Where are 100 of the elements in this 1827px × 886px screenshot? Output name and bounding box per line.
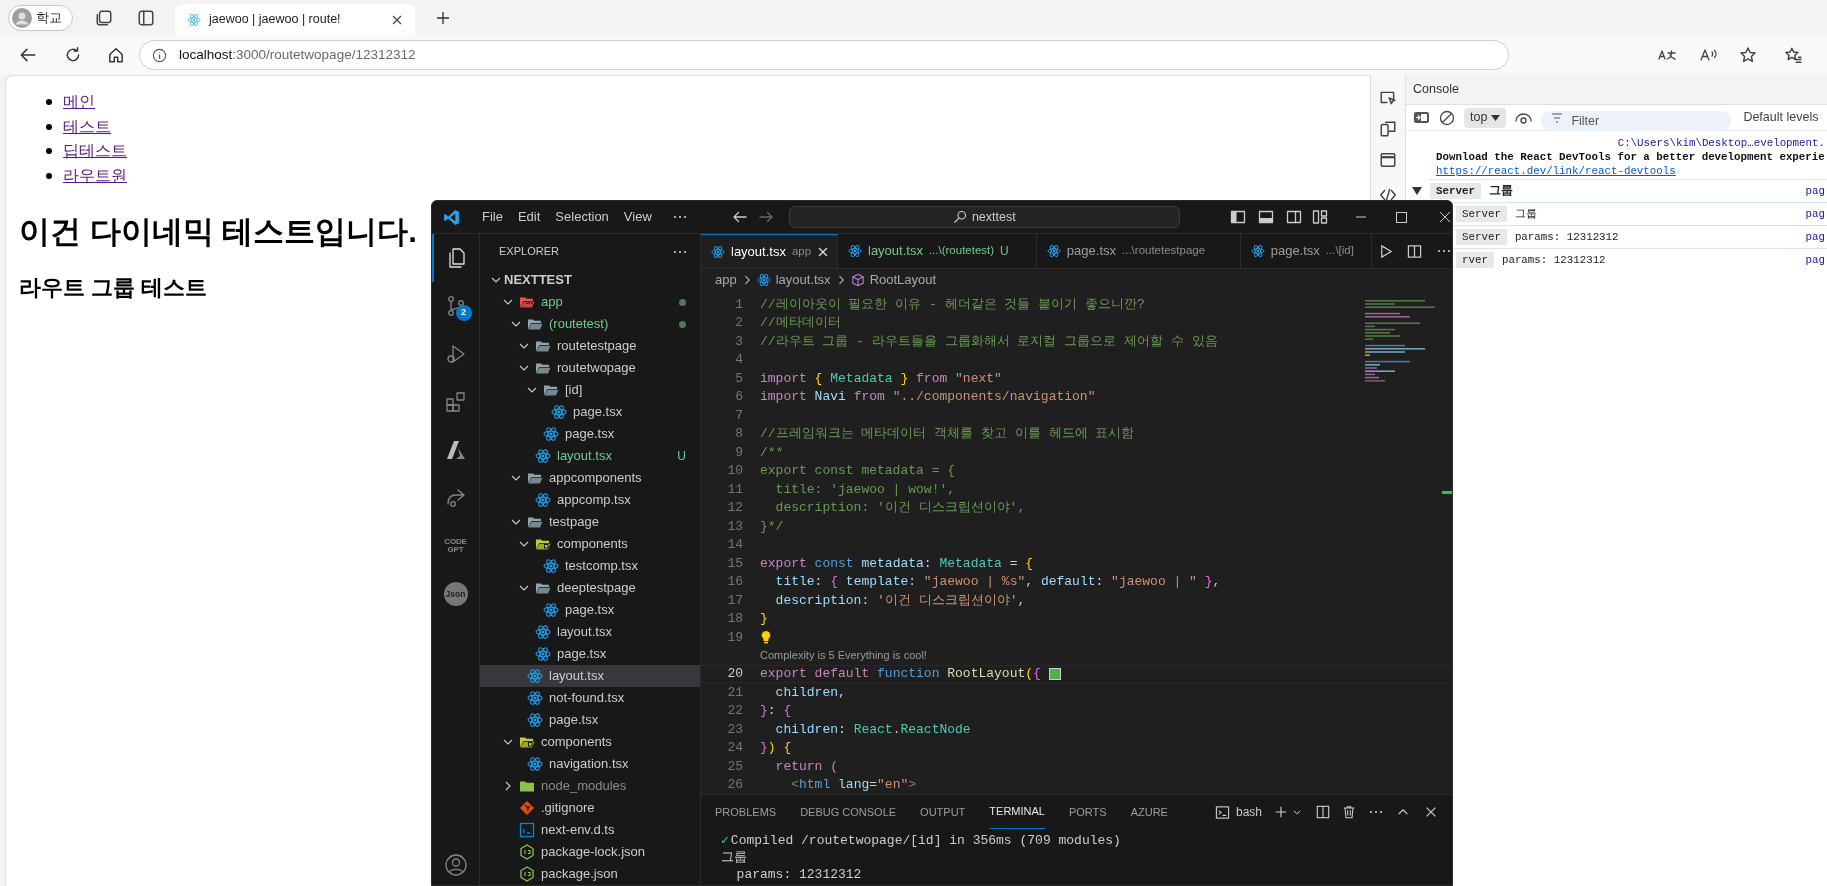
tree-item[interactable]: not-found.tsx xyxy=(480,687,700,709)
source-link[interactable]: pag xyxy=(1805,182,1827,200)
tree-item[interactable]: components xyxy=(480,533,700,555)
activity-bar-item[interactable]: 2 xyxy=(432,282,480,330)
tree-item[interactable]: layout.tsx xyxy=(480,665,700,687)
close-icon[interactable] xyxy=(817,245,830,258)
back-icon[interactable] xyxy=(19,46,37,64)
translate-icon[interactable] xyxy=(1657,47,1677,63)
source-link[interactable]: C:\Users\kim\Desktop…evelopment. xyxy=(1617,135,1825,149)
tree-item[interactable]: routetwopage xyxy=(480,357,700,379)
split-icon[interactable] xyxy=(1316,805,1330,819)
nav-link[interactable]: 라우트원 xyxy=(63,163,127,188)
editor-tab[interactable]: page.tsx ...\routetestpage xyxy=(1036,234,1241,268)
tree-item[interactable]: .gitignore xyxy=(480,797,700,819)
breadcrumb-item[interactable]: app xyxy=(715,270,737,290)
tree-item[interactable]: NEXTTEST xyxy=(480,269,700,291)
reload-icon[interactable] xyxy=(64,46,82,64)
forward-icon[interactable] xyxy=(757,209,774,225)
menu-item[interactable]: Edit xyxy=(511,205,547,229)
tree-item[interactable]: node_modules xyxy=(480,775,700,797)
tree-item[interactable]: page.tsx xyxy=(480,643,700,665)
context-dropdown[interactable]: top xyxy=(1464,107,1507,128)
device-icon[interactable] xyxy=(1379,120,1397,138)
source-link[interactable]: pag xyxy=(1805,205,1827,223)
panel-tab[interactable]: AZURE xyxy=(1130,795,1168,829)
favorites-icon[interactable] xyxy=(1784,46,1802,64)
activity-bar-item[interactable]: Json xyxy=(432,570,480,618)
tree-item[interactable]: page.tsx xyxy=(480,401,700,423)
account-icon[interactable] xyxy=(443,853,468,877)
panel-tab[interactable]: TERMINAL xyxy=(989,795,1045,829)
panel-tab[interactable]: DEBUG CONSOLE xyxy=(800,795,897,829)
editor-tab[interactable]: layout.tsx app xyxy=(701,234,838,268)
tree-item[interactable]: package.json xyxy=(480,863,700,885)
tree-item[interactable]: page.tsx xyxy=(480,599,700,621)
tree-item[interactable]: testpage xyxy=(480,511,700,533)
star-icon[interactable] xyxy=(1739,46,1757,64)
tree-item[interactable]: appcomponents xyxy=(480,467,700,489)
tree-item[interactable]: page.tsx xyxy=(480,423,700,445)
activity-bar-item[interactable]: CODE GPT xyxy=(432,522,480,570)
sidebar-toggle-icon[interactable] xyxy=(1413,110,1430,125)
breadcrumb-item[interactable]: layout.tsx xyxy=(756,270,831,290)
menu-item[interactable]: View xyxy=(617,205,658,229)
trash-icon[interactable] xyxy=(1342,805,1356,819)
tree-item[interactable]: [id] xyxy=(480,379,700,401)
panel-layout-icon[interactable] xyxy=(1257,209,1274,225)
add-icon[interactable] xyxy=(1274,805,1288,819)
screencast-icon[interactable] xyxy=(1379,89,1397,107)
breadcrumb-item[interactable]: RootLayout xyxy=(850,270,937,290)
menu-item[interactable]: File xyxy=(476,205,509,229)
tree-item[interactable]: page.tsx xyxy=(480,709,700,731)
terminal-selector[interactable]: bash xyxy=(1214,803,1262,821)
editor-tab[interactable]: layout.tsx ...\(routetest) U xyxy=(838,234,1037,268)
address-field[interactable]: localhost:3000/routetwopage/12312312 xyxy=(139,40,1509,70)
panel-tab[interactable]: PORTS xyxy=(1068,795,1107,829)
workspaces-icon[interactable] xyxy=(95,8,113,27)
chevron-icon[interactable] xyxy=(1292,807,1302,817)
lightbulb-icon[interactable] xyxy=(760,630,772,645)
tree-item[interactable]: appcomp.tsx xyxy=(480,489,700,511)
menu-item[interactable]: Selection xyxy=(549,205,615,229)
tree-item[interactable]: layout.tsx U xyxy=(480,445,700,467)
filter-field[interactable]: Filter xyxy=(1541,110,1732,131)
tree-item[interactable]: layout.tsx xyxy=(480,621,700,643)
custom-layout-icon[interactable] xyxy=(1311,209,1328,225)
run-icon[interactable] xyxy=(1378,243,1393,259)
sidebar-layout-icon[interactable] xyxy=(1229,209,1246,225)
codelens-text[interactable]: Complexity is 5 Everything is cool! xyxy=(760,647,927,664)
source-link[interactable]: pag xyxy=(1805,228,1827,246)
browser-tab[interactable]: jaewoo | jaewoo | route! xyxy=(175,4,415,35)
close-icon[interactable] xyxy=(1424,805,1438,819)
read-aloud-icon[interactable] xyxy=(1699,47,1719,63)
tree-item[interactable]: package-lock.json xyxy=(480,841,700,863)
back-icon[interactable] xyxy=(731,209,748,225)
expand-triangle-icon[interactable] xyxy=(1412,187,1422,195)
eye-icon[interactable] xyxy=(1515,111,1533,124)
devtools-link[interactable]: https://react.dev/link/react-devtools xyxy=(1436,165,1676,177)
tree-item[interactable]: app xyxy=(480,291,700,313)
home-icon[interactable] xyxy=(107,46,125,64)
nav-link[interactable]: 딥테스트 xyxy=(63,139,127,164)
tree-item[interactable]: deeptestpage xyxy=(480,577,700,599)
new-tab-icon[interactable] xyxy=(435,9,451,26)
tree-item[interactable]: next-env.d.ts xyxy=(480,819,700,841)
tab-actions-icon[interactable] xyxy=(137,8,155,27)
split-layout-icon[interactable] xyxy=(1285,209,1302,225)
tree-item[interactable]: components xyxy=(480,731,700,753)
tree-item[interactable]: testcomp.tsx xyxy=(480,555,700,577)
panel-tab[interactable]: OUTPUT xyxy=(920,795,966,829)
split-editor-icon[interactable] xyxy=(1407,243,1422,259)
tree-item[interactable]: routetestpage xyxy=(480,335,700,357)
command-center[interactable]: nexttest xyxy=(788,206,1180,228)
nav-link[interactable]: 테스트 xyxy=(63,114,111,139)
levels-dropdown[interactable]: Default levels xyxy=(1743,108,1819,127)
editor-tab[interactable]: page.tsx ...\[id] xyxy=(1240,234,1372,268)
maximize-icon[interactable] xyxy=(1394,210,1408,224)
window-icon[interactable] xyxy=(1379,151,1397,169)
profile-button[interactable]: 학교 xyxy=(8,4,73,31)
panel-tab[interactable]: PROBLEMS xyxy=(715,795,777,829)
source-link[interactable]: pag xyxy=(1805,251,1827,269)
clear-icon[interactable] xyxy=(1439,109,1455,126)
nav-link[interactable]: 메인 xyxy=(63,90,95,115)
close-icon[interactable] xyxy=(391,13,403,26)
